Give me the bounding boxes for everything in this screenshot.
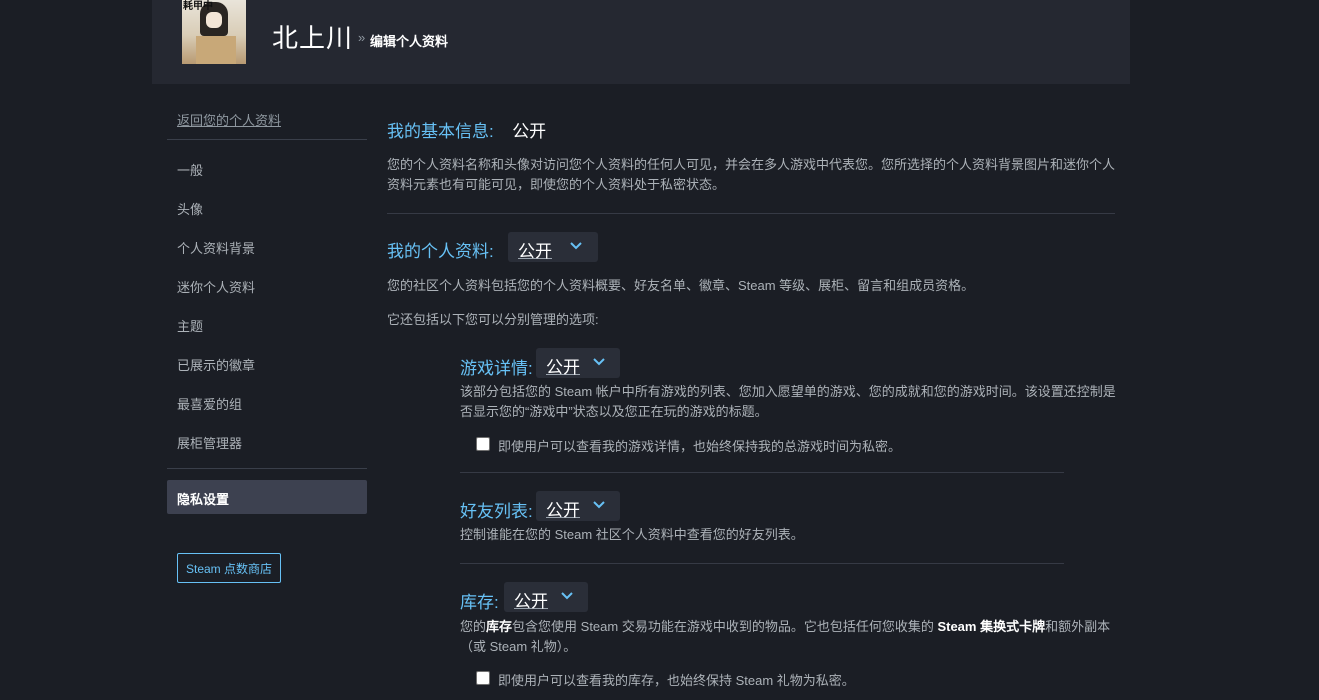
sidebar-item-mini-profile[interactable]: 迷你个人资料 bbox=[177, 277, 255, 296]
friends-list-desc: 控制谁能在您的 Steam 社区个人资料中查看您的好友列表。 bbox=[460, 527, 804, 542]
profile-privacy-dropdown[interactable]: 公开 bbox=[508, 232, 598, 262]
chevron-down-icon bbox=[593, 501, 605, 509]
section-divider bbox=[460, 563, 1064, 564]
inventory-label: 库存: bbox=[460, 593, 499, 612]
basic-info-value: 公开 bbox=[512, 122, 547, 141]
game-time-private-label: 即使用户可以查看我的游戏详情，也始终保持我的总游戏时间为私密。 bbox=[498, 439, 902, 454]
avatar[interactable]: 耗甲中 bbox=[182, 0, 246, 64]
friends-list-label: 好友列表: bbox=[460, 502, 533, 521]
avatar-text: 耗甲中 bbox=[183, 1, 213, 12]
sidebar-item-avatar[interactable]: 头像 bbox=[177, 199, 203, 218]
sidebar-item-background[interactable]: 个人资料背景 bbox=[177, 238, 255, 257]
sidebar-divider bbox=[167, 468, 367, 469]
inventory-value: 公开 bbox=[514, 592, 548, 611]
sidebar-item-general[interactable]: 一般 bbox=[177, 160, 203, 179]
avatar-box bbox=[196, 36, 236, 64]
profile-privacy-value: 公开 bbox=[518, 242, 552, 261]
breadcrumb-separator: » bbox=[358, 30, 366, 45]
basic-info-label: 我的基本信息: bbox=[387, 122, 494, 141]
game-time-private-checkbox[interactable] bbox=[476, 437, 490, 451]
sidebar-divider bbox=[167, 139, 367, 140]
game-details-label: 游戏详情: bbox=[460, 359, 533, 378]
breadcrumb: 编辑个人资料 bbox=[370, 34, 449, 49]
sidebar-item-badges[interactable]: 已展示的徽章 bbox=[177, 355, 255, 374]
page: 耗甲中 北上川 » 编辑个人资料 返回您的个人资料 一般 头像 个人资料背景 迷… bbox=[0, 0, 1319, 700]
friends-list-value: 公开 bbox=[546, 501, 580, 520]
inventory-desc-text: 包含您使用 Steam 交易功能在游戏中收到的物品。它也包括任何您收集的 bbox=[512, 619, 934, 634]
chevron-down-icon bbox=[561, 592, 573, 600]
profile-privacy-desc2: 它还包括以下您可以分别管理的选项: bbox=[387, 312, 599, 327]
game-details-value: 公开 bbox=[546, 358, 580, 377]
game-details-desc: 该部分包括您的 Steam 帐户中所有游戏的列表、您加入愿望单的游戏、您的成就和… bbox=[460, 384, 1116, 419]
sidebar-item-favorite-group[interactable]: 最喜爱的组 bbox=[177, 394, 242, 413]
profile-privacy-label: 我的个人资料: bbox=[387, 242, 494, 261]
back-to-profile-link[interactable]: 返回您的个人资料 bbox=[177, 110, 281, 129]
sidebar-item-showcases[interactable]: 展柜管理器 bbox=[177, 433, 242, 452]
chevron-down-icon bbox=[570, 242, 582, 250]
username: 北上川 bbox=[272, 23, 354, 53]
sidebar-item-theme[interactable]: 主题 bbox=[177, 316, 203, 335]
chevron-down-icon bbox=[593, 358, 605, 366]
section-divider bbox=[387, 213, 1115, 214]
inventory-dropdown[interactable]: 公开 bbox=[504, 582, 588, 612]
inventory-desc-text: 您的 bbox=[460, 619, 487, 634]
basic-info-heading: 我的基本信息: 公开 bbox=[387, 117, 546, 142]
friends-list-dropdown[interactable]: 公开 bbox=[536, 491, 620, 521]
inventory-desc-bold: 库存 bbox=[486, 619, 513, 634]
avatar-face bbox=[206, 12, 222, 28]
section-divider bbox=[460, 472, 1064, 473]
inventory-desc: 您的库存包含您使用 Steam 交易功能在游戏中收到的物品。它也包括任何您收集的… bbox=[460, 617, 1114, 657]
gifts-private-label: 即使用户可以查看我的库存，也始终保持 Steam 礼物为私密。 bbox=[498, 673, 855, 688]
inventory-desc-bold: Steam 集换式卡牌 bbox=[937, 619, 1046, 634]
sidebar-item-label: 隐私设置 bbox=[177, 492, 230, 507]
gifts-private-checkbox[interactable] bbox=[476, 671, 490, 685]
points-shop-button[interactable]: Steam 点数商店 bbox=[177, 553, 282, 583]
profile-header: 耗甲中 北上川 » 编辑个人资料 bbox=[152, 0, 1130, 84]
sidebar-item-privacy[interactable]: 隐私设置 bbox=[167, 480, 367, 514]
profile-privacy-desc: 您的社区个人资料包括您的个人资料概要、好友名单、徽章、Steam 等级、展柜、留… bbox=[387, 278, 975, 293]
basic-info-desc: 您的个人资料名称和头像对访问您个人资料的任何人可见，并会在多人游戏中代表您。您所… bbox=[387, 157, 1116, 192]
game-details-dropdown[interactable]: 公开 bbox=[536, 348, 620, 378]
